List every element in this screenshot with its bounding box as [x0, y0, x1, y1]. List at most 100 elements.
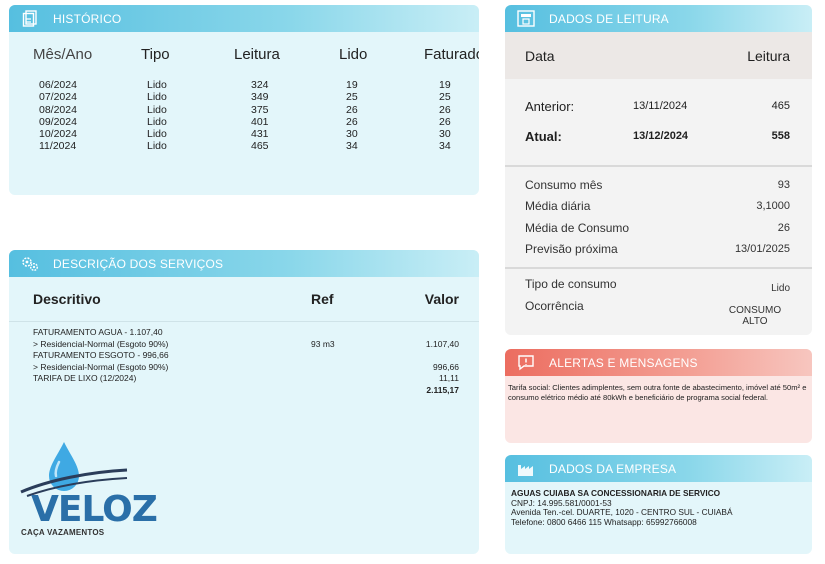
table-cell: 08/2024	[39, 103, 77, 116]
empresa-title: DADOS DA EMPRESA	[549, 461, 677, 476]
tipo-consumo-value: Lido	[771, 283, 790, 294]
total-value: 2.115,17	[426, 384, 459, 395]
table-cell: 996,66	[433, 361, 459, 372]
stat-label: Consumo mês	[525, 177, 603, 192]
table-row: > Residencial-Normal (Esgoto 90%) 93 m3 …	[33, 339, 459, 351]
table-row: TARIFA DE LIXO (12/2024) 11,11	[33, 373, 459, 385]
table-cell: 11/2024	[39, 140, 77, 153]
table-cell: 30	[439, 128, 451, 141]
servicos-header: DESCRIÇÃO DOS SERVIÇOS	[9, 250, 479, 277]
table-cell: 26	[346, 103, 358, 116]
table-cell: Lido	[147, 91, 167, 104]
leitura-readings: Anterior: 13/11/2024 465 Atual: 13/12/20…	[505, 79, 812, 165]
table-cell: 10/2024	[39, 128, 77, 141]
table-cell: 09/2024	[39, 115, 77, 128]
table-cell	[421, 327, 459, 339]
alertas-header: ALERTAS E MENSAGENS	[505, 349, 812, 376]
reading-value: 465	[771, 100, 790, 112]
servicos-title: DESCRIÇÃO DOS SERVIÇOS	[53, 256, 224, 271]
leitura-column-headers: Data Leitura	[505, 32, 812, 79]
alertas-panel: ALERTAS E MENSAGENS Tarifa social: Clien…	[505, 349, 812, 443]
table-cell: 26	[346, 115, 358, 128]
stat-row: Média diária 3,1000	[525, 196, 790, 218]
table-cell	[311, 327, 421, 339]
table-row: 10/2024 Lido 431 30 30	[19, 128, 479, 140]
document-icon	[19, 10, 41, 28]
table-cell: Lido	[147, 79, 167, 91]
reading-value: 558	[771, 130, 790, 142]
table-cell: 25	[346, 91, 358, 104]
table-cell: Lido	[147, 128, 167, 141]
column-header: Faturado	[424, 46, 479, 63]
table-row: 07/2024 Lido 349 25 25	[19, 91, 479, 103]
factory-icon	[515, 460, 537, 478]
table-row: 11/2024 Lido 465 34 34	[19, 140, 479, 152]
table-cell	[311, 373, 421, 385]
table-cell: FATURAMENTO AGUA - 1.107,40	[33, 327, 163, 337]
servicos-table-body: FATURAMENTO AGUA - 1.107,40 > Residencia…	[9, 322, 479, 396]
ocorrencia-value: CONSUMO ALTO	[720, 305, 790, 327]
alert-message: Tarifa social: Clientes adimplentes, sem…	[508, 383, 807, 402]
gears-icon	[19, 255, 41, 273]
column-header: Ref	[311, 291, 334, 307]
table-cell: 34	[439, 140, 451, 153]
chat-bubble-icon	[515, 354, 537, 372]
tipo-consumo-label: Tipo de consumo	[525, 277, 617, 291]
leitura-panel: DADOS DE LEITURA Data Leitura Anterior: …	[505, 5, 812, 335]
table-cell	[311, 350, 421, 362]
reading-label: Anterior:	[525, 98, 575, 114]
ocorrencia-row: Ocorrência CONSUMO ALTO	[525, 299, 790, 327]
table-cell: > Residencial-Normal (Esgoto 90%)	[33, 338, 169, 349]
stat-label: Média de Consumo	[525, 220, 630, 235]
stat-row: Média de Consumo 26	[525, 217, 790, 239]
stat-value: 26	[777, 221, 790, 234]
empresa-details: AGUAS CUIABA SA CONCESSIONARIA DE SERVIC…	[505, 482, 812, 527]
reading-row-atual: Atual: 13/12/2024 558	[525, 121, 790, 151]
table-row: 09/2024 Lido 401 26 26	[19, 116, 479, 128]
stat-value: 13/01/2025	[734, 243, 790, 256]
stat-row: Consumo mês 93	[525, 174, 790, 196]
leitura-stats: Consumo mês 93 Média diária 3,1000 Média…	[505, 167, 812, 267]
historico-column-headers: Mês/Ano Tipo Leitura Lido Faturado	[9, 32, 479, 63]
reading-date: 13/12/2024	[633, 130, 689, 142]
table-cell: 07/2024	[39, 91, 77, 104]
historico-panel: HISTÓRICO Mês/Ano Tipo Leitura Lido Fatu…	[9, 5, 479, 195]
empresa-header: DADOS DA EMPRESA	[505, 455, 812, 482]
leitura-header: DADOS DE LEITURA	[505, 5, 812, 32]
table-cell: 25	[439, 91, 451, 104]
meter-icon	[515, 10, 537, 28]
table-cell: 26	[439, 103, 451, 116]
table-cell: 19	[439, 79, 451, 91]
table-cell: 349	[251, 91, 269, 104]
ocorrencia-value-line: CONSUMO	[728, 305, 782, 316]
leitura-title: DADOS DE LEITURA	[549, 11, 669, 26]
column-header: Valor	[424, 291, 459, 307]
table-cell: Lido	[147, 103, 167, 116]
stat-value: 3,1000	[756, 200, 790, 213]
table-cell: Lido	[147, 140, 167, 153]
stat-row: Previsão próxima 13/01/2025	[525, 239, 790, 261]
table-row: FATURAMENTO AGUA - 1.107,40	[33, 327, 459, 339]
historico-header: HISTÓRICO	[9, 5, 479, 32]
tipo-consumo-row: Tipo de consumo Lido	[525, 277, 790, 299]
column-header: Data	[525, 47, 555, 64]
table-cell	[33, 385, 311, 397]
column-header: Lido	[339, 46, 368, 63]
table-cell: 375	[251, 103, 269, 116]
table-cell: FATURAMENTO ESGOTO - 996,66	[33, 350, 169, 360]
table-row: 08/2024 Lido 375 26 26	[19, 104, 479, 116]
servicos-column-headers: Descritivo Ref Valor	[9, 277, 479, 307]
table-cell: 06/2024	[39, 79, 77, 91]
reading-date: 13/11/2024	[633, 100, 688, 112]
ocorrencia-value-line: ALTO	[742, 316, 768, 327]
logo-wordmark: VELOZ	[31, 489, 158, 530]
column-header: Descritivo	[33, 291, 101, 307]
column-header: Tipo	[141, 46, 170, 63]
column-header: Leitura	[234, 46, 280, 63]
table-cell	[421, 350, 459, 362]
column-header: Leitura	[747, 47, 790, 64]
table-row: > Residencial-Normal (Esgoto 90%) 996,66	[33, 362, 459, 374]
table-cell: Lido	[147, 115, 167, 128]
company-phone: Telefone: 0800 6466 115 Whatsapp: 659927…	[511, 516, 697, 527]
table-row: 06/2024 Lido 324 19 19	[19, 79, 479, 91]
